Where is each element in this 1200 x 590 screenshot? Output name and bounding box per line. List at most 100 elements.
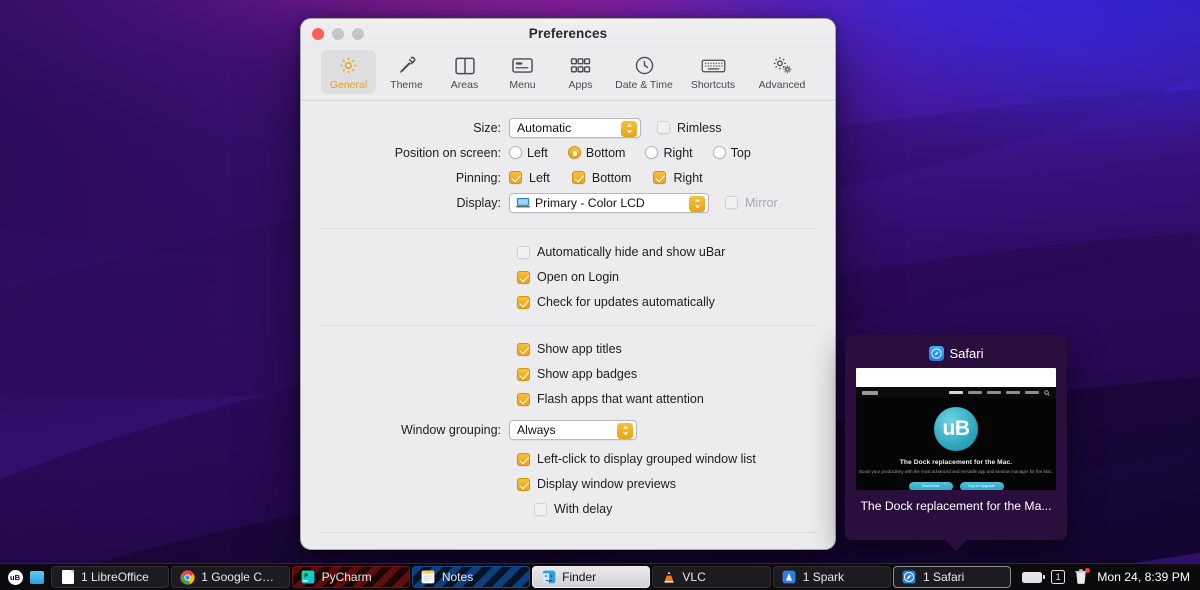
tab-theme[interactable]: Theme: [379, 50, 434, 94]
task-pycharm[interactable]: P PyCharm: [292, 566, 410, 588]
tab-date-time[interactable]: Date & Time: [611, 50, 677, 94]
tab-general[interactable]: General: [321, 50, 376, 94]
tab-general-label: General: [330, 79, 367, 91]
grid-icon: [570, 54, 591, 77]
task-pycharm-label: PyCharm: [322, 570, 372, 584]
chrome-icon: [180, 570, 195, 585]
spark-icon: [782, 570, 797, 585]
tab-areas[interactable]: Areas: [437, 50, 492, 94]
window-grouping-select[interactable]: Always: [509, 420, 637, 440]
task-libreoffice-label: 1 LibreOffice: [81, 570, 149, 584]
checkbox-checked-icon: [517, 393, 530, 406]
auto-hide-checkbox[interactable]: Automatically hide and show uBar: [517, 242, 817, 262]
preview-caption: The Dock replacement for the Ma...: [860, 499, 1051, 513]
check-updates-checkbox[interactable]: Check for updates automatically: [517, 292, 817, 312]
ubar-logo-icon[interactable]: uB: [4, 570, 26, 585]
pinning-option-bottom[interactable]: Bottom: [572, 168, 632, 188]
battery-icon[interactable]: [1022, 572, 1042, 583]
position-option-bottom-label: Bottom: [586, 146, 626, 160]
space-indicator[interactable]: 1: [1051, 570, 1065, 584]
checkbox-checked-icon: [572, 171, 585, 184]
row-pinning: Pinning: Left Bottom Right: [319, 165, 817, 190]
trash-icon[interactable]: [1074, 569, 1088, 585]
with-delay-checkbox[interactable]: With delay: [534, 499, 817, 519]
task-finder[interactable]: Finder: [532, 566, 650, 588]
preferences-toolbar: General Theme: [301, 48, 835, 101]
thumbnail-browser-chrome: [856, 368, 1056, 387]
flash-apps-checkbox[interactable]: Flash apps that want attention: [517, 389, 817, 409]
vlc-icon: [661, 570, 676, 585]
position-option-top[interactable]: Top: [713, 146, 751, 160]
pinning-option-left[interactable]: Left: [509, 168, 550, 188]
ubar-logo-icon: uB: [934, 407, 978, 451]
columns-icon: [454, 54, 476, 77]
window-grouping-value: Always: [517, 423, 556, 437]
taskbar-system-icons: uB: [0, 564, 48, 590]
close-button-icon[interactable]: [312, 28, 324, 40]
desktop: Preferences General: [0, 0, 1200, 590]
task-notes[interactable]: Notes: [412, 566, 530, 588]
auto-hide-label: Automatically hide and show uBar: [537, 245, 725, 259]
clock[interactable]: Mon 24, 8:39 PM: [1097, 570, 1190, 584]
checkbox-box-icon: [517, 246, 530, 259]
display-select[interactable]: Primary - Color LCD: [509, 193, 709, 213]
row-display: Display: Primary - Color LCD: [319, 190, 817, 215]
show-app-titles-checkbox[interactable]: Show app titles: [517, 339, 817, 359]
left-click-grouped-list-checkbox[interactable]: Left-click to display grouped window lis…: [517, 449, 817, 469]
keyboard-icon: [701, 54, 726, 77]
size-select[interactable]: Automatic: [509, 118, 641, 138]
position-option-left[interactable]: Left: [509, 146, 548, 160]
task-google-chrome[interactable]: 1 Google Chrome: [171, 566, 289, 588]
task-vlc[interactable]: VLC: [652, 566, 770, 588]
finder-icon: [541, 570, 556, 585]
tab-apps[interactable]: Apps: [553, 50, 608, 94]
thumbnail-brand-icon: [862, 391, 878, 395]
tab-areas-label: Areas: [451, 79, 478, 91]
position-option-right[interactable]: Right: [645, 146, 692, 160]
window-grouping-options: Left-click to display grouped window lis…: [319, 449, 817, 519]
checkbox-box-icon: [657, 121, 670, 134]
safari-icon: [929, 346, 944, 361]
pinning-option-right-label: Right: [673, 171, 702, 185]
checkbox-checked-icon: [509, 171, 522, 184]
finder-icon[interactable]: [26, 571, 48, 584]
checkbox-checked-icon: [517, 368, 530, 381]
pycharm-icon: P: [301, 570, 316, 585]
gears-icon: [771, 54, 794, 77]
tab-shortcuts[interactable]: Shortcuts: [680, 50, 746, 94]
gear-icon: [338, 54, 359, 77]
divider: [319, 325, 817, 326]
position-option-bottom[interactable]: Bottom: [568, 146, 626, 160]
thumbnail-subheading: Boost your productivity with the most ad…: [859, 469, 1053, 476]
checkbox-checked-icon: [653, 171, 666, 184]
downloads-notification-checkbox[interactable]: Show notification when downloads finish: [517, 546, 817, 550]
pinning-option-right[interactable]: Right: [653, 168, 702, 188]
checkbox-box-icon: [725, 196, 738, 209]
task-safari-label: 1 Safari: [923, 570, 964, 584]
size-label: Size:: [319, 121, 509, 135]
chevron-updown-icon: [689, 196, 705, 212]
zoom-button-icon[interactable]: [352, 28, 364, 40]
radio-selected-icon: [568, 146, 581, 159]
window-preview-popup: Safari uB The Dock replacement for the M…: [845, 335, 1067, 540]
open-on-login-checkbox[interactable]: Open on Login: [517, 267, 817, 287]
preview-header: Safari: [929, 343, 984, 363]
task-safari[interactable]: 1 Safari: [893, 566, 1011, 588]
tab-menu[interactable]: Menu: [495, 50, 550, 94]
display-window-previews-checkbox[interactable]: Display window previews: [517, 474, 817, 494]
mirror-checkbox[interactable]: Mirror: [725, 193, 778, 213]
tab-date-time-label: Date & Time: [615, 79, 673, 91]
window-titlebar: Preferences: [301, 19, 835, 48]
minimize-button-icon[interactable]: [332, 28, 344, 40]
task-spark[interactable]: 1 Spark: [773, 566, 891, 588]
tab-advanced[interactable]: Advanced: [749, 50, 815, 94]
task-libreoffice[interactable]: 1 LibreOffice: [51, 566, 169, 588]
show-app-badges-checkbox[interactable]: Show app badges: [517, 364, 817, 384]
task-finder-label: Finder: [562, 570, 596, 584]
tab-advanced-label: Advanced: [759, 79, 806, 91]
rimless-checkbox[interactable]: Rimless: [657, 118, 721, 138]
preview-thumbnail[interactable]: uB The Dock replacement for the Mac. Boo…: [856, 368, 1056, 490]
svg-text:P: P: [304, 573, 308, 579]
task-google-chrome-label: 1 Google Chrome: [201, 570, 280, 584]
position-radio-group: Left Bottom Right Top: [509, 146, 817, 160]
